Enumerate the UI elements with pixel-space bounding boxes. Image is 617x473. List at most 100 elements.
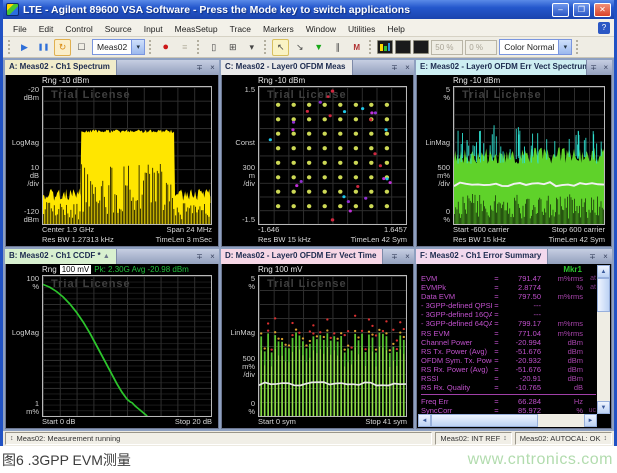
resbw-label: Res BW 15 kHz bbox=[453, 235, 506, 245]
app-icon bbox=[6, 3, 19, 16]
color-mode-select[interactable]: Color Normal ▾ bbox=[499, 39, 572, 55]
scroll-left-icon[interactable]: ◄ bbox=[418, 414, 431, 427]
range-readout: Rng -10 dBm bbox=[453, 76, 500, 85]
resbw-label: Res BW 1.27313 kHz bbox=[42, 235, 114, 245]
play-button[interactable]: ▶ bbox=[16, 39, 33, 56]
tab-ch1-ccdf[interactable]: B: Meas02 - Ch1 CCDF * ▲ bbox=[5, 249, 117, 264]
pin-icon[interactable]: ∓ bbox=[587, 60, 599, 75]
tab-ch1-spectrum[interactable]: A: Meas02 - Ch1 Spectrum bbox=[5, 60, 117, 75]
scroll-up-icon[interactable]: ▲ bbox=[597, 265, 610, 278]
display-color-button[interactable] bbox=[377, 40, 393, 54]
figure-caption: 图6 .3GPP EVM测量 bbox=[2, 450, 131, 470]
close-icon[interactable]: × bbox=[401, 249, 414, 264]
menu-window[interactable]: Window bbox=[300, 22, 342, 36]
toolbar-grip[interactable] bbox=[149, 40, 153, 54]
panel-err-vect-time: D: Meas02 - Layer0 OFDM Err Vect Time ∓ … bbox=[221, 249, 414, 429]
spinner-icon: ↕ bbox=[604, 435, 608, 442]
menu-control[interactable]: Control bbox=[59, 22, 98, 36]
workspace: A: Meas02 - Ch1 Spectrum ∓ × Rng -10 dBm… bbox=[3, 58, 614, 431]
tab-ofdm-meas[interactable]: C: Meas02 - Layer0 OFDM Meas bbox=[221, 60, 353, 75]
close-icon[interactable]: × bbox=[401, 60, 414, 75]
toolbar-grip[interactable] bbox=[8, 40, 12, 54]
restore-button[interactable]: ❐ bbox=[573, 3, 590, 17]
summary-row: Freq Err=66.284Hz bbox=[421, 397, 596, 406]
band-marker-button[interactable]: ∥ bbox=[329, 39, 346, 56]
playback-button[interactable]: ≡ bbox=[176, 39, 193, 56]
timelen-label: TimeLen 3 mSec bbox=[156, 235, 212, 245]
autocal-status[interactable]: Meas02: AUTOCAL: OK ↕ bbox=[515, 432, 612, 445]
toolbar-grip[interactable] bbox=[576, 40, 580, 54]
pointer-tool-button[interactable]: ↖ bbox=[272, 39, 289, 56]
tab-err-vect-time[interactable]: D: Meas02 - Layer0 OFDM Err Vect Time bbox=[221, 249, 383, 264]
ccdf-plot[interactable]: Trial License bbox=[42, 275, 212, 417]
layout-grid-button[interactable]: ⊞ bbox=[224, 39, 241, 56]
selection-button[interactable]: ☐ bbox=[73, 39, 90, 56]
scale-type-label: LinMag bbox=[230, 329, 255, 337]
scroll-thumb[interactable] bbox=[431, 414, 538, 427]
close-icon[interactable]: × bbox=[600, 60, 612, 75]
summary-row: RS EVM=771.04m%rms bbox=[421, 329, 596, 338]
close-icon[interactable]: × bbox=[206, 60, 219, 75]
summary-row: EVMPk=2.8774%at bbox=[421, 283, 596, 292]
layout-dropdown[interactable]: ▾ bbox=[243, 39, 260, 56]
marker-column-header: Mkr1 bbox=[421, 265, 596, 274]
peak-marker-button[interactable]: ▼ bbox=[310, 39, 327, 56]
menu-help[interactable]: Help bbox=[381, 22, 410, 36]
scroll-down-icon[interactable]: ▼ bbox=[597, 401, 610, 414]
menu-utilities[interactable]: Utilities bbox=[342, 22, 381, 36]
display-dark-button[interactable] bbox=[395, 40, 411, 54]
pin-icon[interactable]: ∓ bbox=[388, 60, 401, 75]
pin-icon[interactable]: ∓ bbox=[388, 249, 401, 264]
pin-icon[interactable]: ∓ bbox=[193, 60, 206, 75]
menu-edit[interactable]: Edit bbox=[33, 22, 60, 36]
summary-row: RS Rx. Power (Avg)=-51.676dBm bbox=[421, 365, 596, 374]
scale-type-label: Const bbox=[235, 139, 255, 147]
summary-row: Channel Power=-20.994dBm bbox=[421, 338, 596, 347]
scale-type-label: LinMag bbox=[425, 139, 450, 147]
close-icon[interactable]: × bbox=[599, 249, 612, 264]
scroll-thumb[interactable] bbox=[597, 278, 610, 312]
menu-meassetup[interactable]: MeasSetup bbox=[169, 22, 224, 36]
pin-icon[interactable]: ∓ bbox=[193, 249, 206, 264]
tab-error-summary[interactable]: F: Meas02 - Ch1 Error Summary bbox=[416, 249, 548, 264]
center-freq-label: Center 1.9 GHz bbox=[42, 225, 94, 235]
status-bar: ↕ Meas02: Measurement running Meas02: IN… bbox=[3, 431, 614, 446]
toolbar-grip[interactable] bbox=[264, 40, 268, 54]
menu-file[interactable]: File bbox=[7, 22, 33, 36]
start-label: Start 0 sym bbox=[258, 417, 296, 427]
pause-button[interactable]: ❚❚ bbox=[35, 39, 52, 56]
err-vect-spectrum-plot[interactable]: Trial License bbox=[453, 86, 605, 225]
close-icon[interactable]: × bbox=[206, 249, 219, 264]
vertical-scrollbar[interactable]: ▲ ▼ bbox=[597, 265, 610, 414]
menu-source[interactable]: Source bbox=[99, 22, 138, 36]
display-dark2-button[interactable] bbox=[413, 40, 429, 54]
err-vect-time-plot[interactable]: Trial License bbox=[258, 275, 407, 417]
reference-status[interactable]: Meas02: INT REF ↕ bbox=[435, 432, 511, 445]
toolbar-grip[interactable] bbox=[369, 40, 373, 54]
close-button[interactable]: ✕ bbox=[594, 3, 611, 17]
stop-label: Stop 41 sym bbox=[365, 417, 407, 427]
constellation-plot[interactable]: Trial License bbox=[258, 86, 407, 225]
peak-average-readout: Pk: 2.30G Avg -20.98 dBm bbox=[94, 265, 189, 274]
toolbar-grip[interactable] bbox=[197, 40, 201, 54]
range-readout: Rng -10 dBm bbox=[42, 76, 89, 85]
start-label: Start 0 dB bbox=[42, 417, 75, 427]
trace-pointer-button[interactable]: ↘ bbox=[291, 39, 308, 56]
tab-err-vect-spectrum[interactable]: E: Meas02 - Layer0 OFDM Err Vect Spectru… bbox=[416, 60, 587, 75]
marker-button[interactable]: M bbox=[348, 39, 365, 56]
menu-markers[interactable]: Markers bbox=[257, 22, 300, 36]
help-badge-icon[interactable]: ? bbox=[598, 22, 610, 34]
record-button[interactable]: ● bbox=[157, 39, 174, 56]
spectrum-plot[interactable]: Trial License bbox=[42, 86, 212, 225]
site-watermark: www.cntronics.com bbox=[468, 451, 613, 469]
measurement-select[interactable]: Meas02 ▾ bbox=[92, 39, 145, 55]
scroll-right-icon[interactable]: ► bbox=[584, 414, 597, 427]
horizontal-scrollbar[interactable]: ◄ ► bbox=[418, 414, 597, 427]
minimize-button[interactable]: – bbox=[552, 3, 569, 17]
pin-icon[interactable]: ∓ bbox=[586, 249, 599, 264]
toolbar: ▶ ❚❚ ↻ ☐ Meas02 ▾ ● ≡ ▯ ⊞ ▾ ↖ ↘ ▼ ∥ M 50… bbox=[3, 37, 614, 58]
restart-button[interactable]: ↻ bbox=[54, 39, 71, 56]
layout-single-button[interactable]: ▯ bbox=[205, 39, 222, 56]
menu-trace[interactable]: Trace bbox=[224, 22, 257, 36]
menu-input[interactable]: Input bbox=[138, 22, 169, 36]
